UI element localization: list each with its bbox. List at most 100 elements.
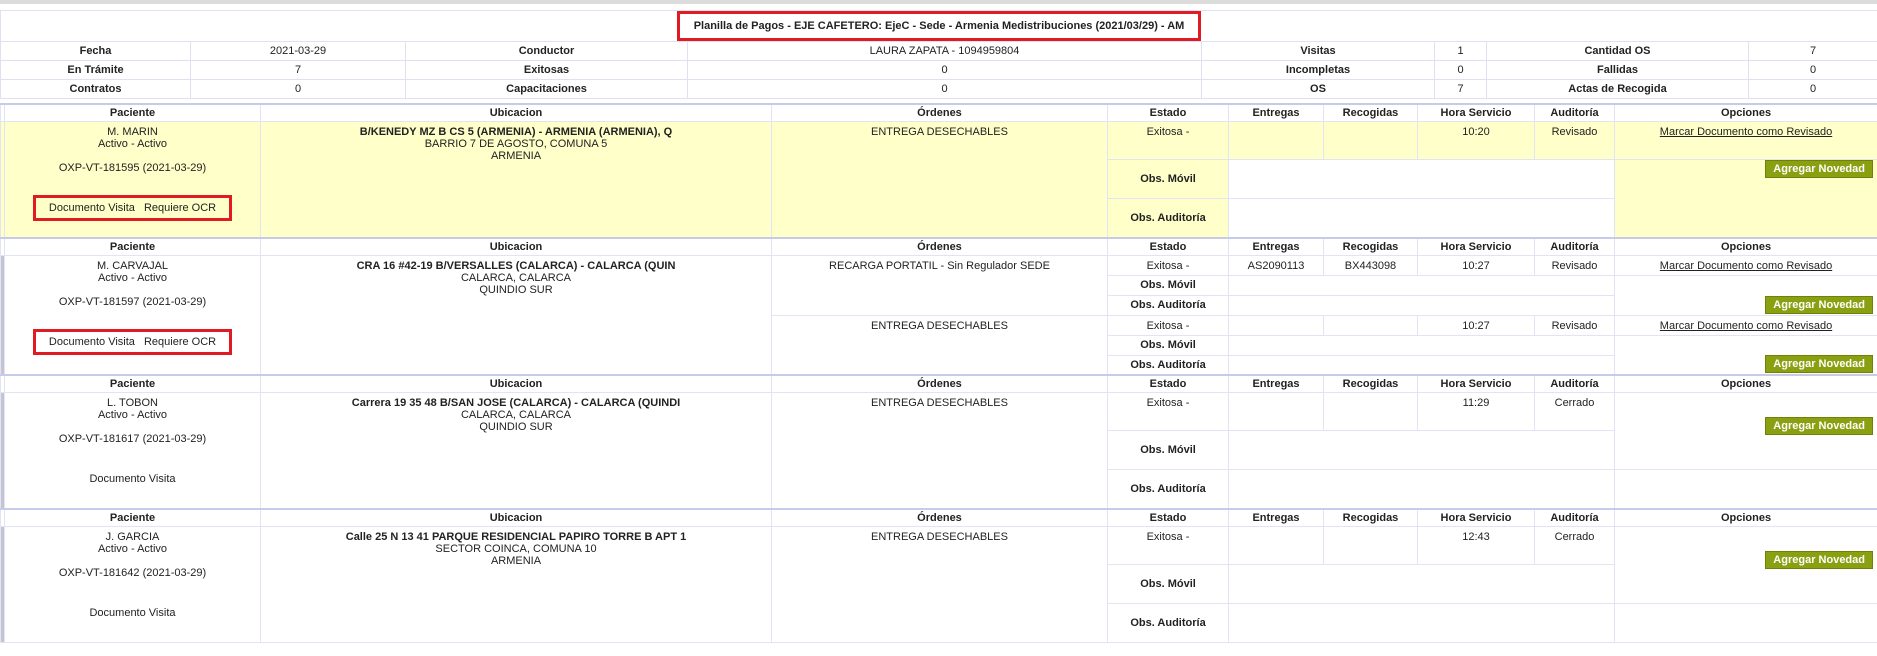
obs-auditoria-label: Obs. Auditoría: [1107, 198, 1229, 238]
obs-auditoria-value: [1228, 354, 1615, 376]
order-name: ENTREGA DESECHABLES: [771, 121, 1108, 238]
contratos-value: 0: [190, 79, 406, 99]
order-recogidas: [1323, 314, 1418, 336]
marcar-revisado-link[interactable]: Marcar Documento como Revisado: [1660, 260, 1832, 272]
visitas-value: 1: [1434, 41, 1487, 61]
options-empty: [1614, 469, 1877, 509]
order-estado: Exitosa -: [1107, 392, 1229, 431]
patient-status: Activo - Activo: [97, 271, 168, 284]
fecha-label: Fecha: [0, 41, 191, 61]
patient-cell: L. TOBON Activo - Activo OXP-VT-181617 (…: [4, 392, 261, 509]
location-address: Carrera 19 35 48 B/SAN JOSE (CALARCA) - …: [351, 397, 681, 409]
col-ubicacion: Ubicacion: [260, 507, 772, 527]
col-estado: Estado: [1107, 236, 1229, 256]
col-paciente: Paciente: [4, 236, 261, 256]
location-neighborhood: CALARCA, CALARCA: [460, 271, 572, 284]
os-value: 7: [1434, 79, 1487, 99]
col-ubicacion: Ubicacion: [260, 374, 772, 393]
marcar-revisado-link[interactable]: Marcar Documento como Revisado: [1660, 126, 1832, 138]
patient-row: M. CARVAJAL Activo - Activo OXP-VT-18159…: [0, 254, 1877, 376]
marcar-revisado-link[interactable]: Marcar Documento como Revisado: [1660, 320, 1832, 332]
requiere-ocr-link[interactable]: Requiere OCR: [144, 202, 216, 214]
col-hora: Hora Servicio: [1417, 374, 1535, 393]
documento-visita-link[interactable]: Documento Visita: [89, 473, 175, 485]
patient-code: OXP-VT-181617 (2021-03-29): [58, 433, 207, 445]
obs-movil-label: Obs. Móvil: [1107, 334, 1229, 356]
col-ordenes: Órdenes: [771, 507, 1108, 527]
col-paciente: Paciente: [4, 507, 261, 527]
location-cell: B/KENEDY MZ B CS 5 (ARMENIA) - ARMENIA (…: [260, 121, 772, 238]
documento-visita-link[interactable]: Documento Visita: [89, 607, 175, 619]
capacitaciones-label: Capacitaciones: [405, 79, 688, 99]
obs-auditoria-label: Obs. Auditoría: [1107, 354, 1229, 376]
os-label: OS: [1201, 79, 1435, 99]
novedad-cell: Agregar Novedad: [1614, 392, 1877, 470]
novedad-cell: Agregar Novedad: [1614, 159, 1877, 238]
summary-table: Planilla de Pagos - EJE CAFETERO: EjeC -…: [0, 10, 1877, 99]
documento-visita-link[interactable]: Documento Visita: [49, 202, 135, 214]
col-hora: Hora Servicio: [1417, 507, 1535, 527]
col-entregas: Entregas: [1228, 374, 1324, 393]
patient-code: OXP-VT-181595 (2021-03-29): [58, 162, 207, 174]
col-auditoria: Auditoría: [1534, 103, 1615, 122]
col-opciones: Opciones: [1614, 103, 1877, 122]
column-header-row: Paciente Ubicacion Órdenes Estado Entreg…: [0, 507, 1877, 527]
location-cell: Calle 25 N 13 41 PARQUE RESIDENCIAL PAPI…: [260, 525, 772, 643]
col-estado: Estado: [1107, 374, 1229, 393]
obs-auditoria-value: [1228, 198, 1615, 238]
fecha-value: 2021-03-29: [190, 41, 406, 61]
order-estado: Exitosa -: [1107, 121, 1229, 160]
contratos-label: Contratos: [0, 79, 191, 99]
agregar-novedad-button[interactable]: Agregar Novedad: [1765, 295, 1873, 314]
actas-label: Actas de Recogida: [1486, 79, 1749, 99]
col-estado: Estado: [1107, 507, 1229, 527]
location-city: ARMENIA: [490, 150, 542, 162]
report-title-cell: Planilla de Pagos - EJE CAFETERO: EjeC -…: [0, 10, 1877, 42]
requiere-ocr-link[interactable]: Requiere OCR: [144, 336, 216, 348]
obs-movil-value: [1228, 274, 1615, 296]
patient-code: OXP-VT-181642 (2021-03-29): [58, 566, 207, 579]
col-recogidas: Recogidas: [1323, 236, 1418, 256]
incompletas-value: 0: [1434, 60, 1487, 80]
obs-movil-value: [1228, 334, 1615, 356]
patients-table: Paciente Ubicacion Órdenes Estado Entreg…: [0, 103, 1877, 643]
patient-name: J. GARCIA: [105, 530, 160, 543]
obs-movil-label: Obs. Móvil: [1107, 159, 1229, 199]
novedad-cell: Agregar Novedad: [1614, 274, 1877, 316]
novedad-cell: Agregar Novedad: [1614, 525, 1877, 604]
agregar-novedad-button[interactable]: Agregar Novedad: [1765, 550, 1873, 569]
order-recogidas: BX443098: [1323, 254, 1418, 276]
location-city: QUINDIO SUR: [479, 283, 553, 296]
order-auditoria: Revisado: [1534, 254, 1615, 276]
conductor-value: LAURA ZAPATA - 1094959804: [687, 41, 1202, 61]
capacitaciones-value: 0: [687, 79, 1202, 99]
obs-movil-value: [1228, 563, 1615, 604]
document-actions: Documento Visita: [76, 469, 188, 489]
col-hora: Hora Servicio: [1417, 236, 1535, 256]
patient-row: L. TOBON Activo - Activo OXP-VT-181617 (…: [0, 392, 1877, 509]
col-recogidas: Recogidas: [1323, 507, 1418, 527]
col-opciones: Opciones: [1614, 236, 1877, 256]
column-header-row: Paciente Ubicacion Órdenes Estado Entreg…: [0, 103, 1877, 122]
order-auditoria: Revisado: [1534, 121, 1615, 160]
obs-auditoria-label: Obs. Auditoría: [1107, 602, 1229, 643]
order-auditoria: Revisado: [1534, 314, 1615, 336]
col-recogidas: Recogidas: [1323, 374, 1418, 393]
exitosas-label: Exitosas: [405, 60, 688, 80]
agregar-novedad-button[interactable]: Agregar Novedad: [1765, 160, 1873, 178]
patient-row: J. GARCIA Activo - Activo OXP-VT-181642 …: [0, 525, 1877, 643]
patient-name: M. MARIN: [107, 126, 158, 138]
col-entregas: Entregas: [1228, 236, 1324, 256]
fallidas-label: Fallidas: [1486, 60, 1749, 80]
obs-auditoria-label: Obs. Auditoría: [1107, 294, 1229, 316]
patient-status: Activo - Activo: [97, 138, 168, 150]
incompletas-label: Incompletas: [1201, 60, 1435, 80]
novedad-cell: Agregar Novedad: [1614, 334, 1877, 376]
obs-auditoria-value: [1228, 294, 1615, 316]
agregar-novedad-button[interactable]: Agregar Novedad: [1765, 355, 1873, 373]
documento-visita-link[interactable]: Documento Visita: [49, 336, 135, 348]
patient-status: Activo - Activo: [97, 542, 168, 555]
agregar-novedad-button[interactable]: Agregar Novedad: [1765, 417, 1873, 435]
visitas-label: Visitas: [1201, 41, 1435, 61]
order-recogidas: [1323, 525, 1418, 565]
